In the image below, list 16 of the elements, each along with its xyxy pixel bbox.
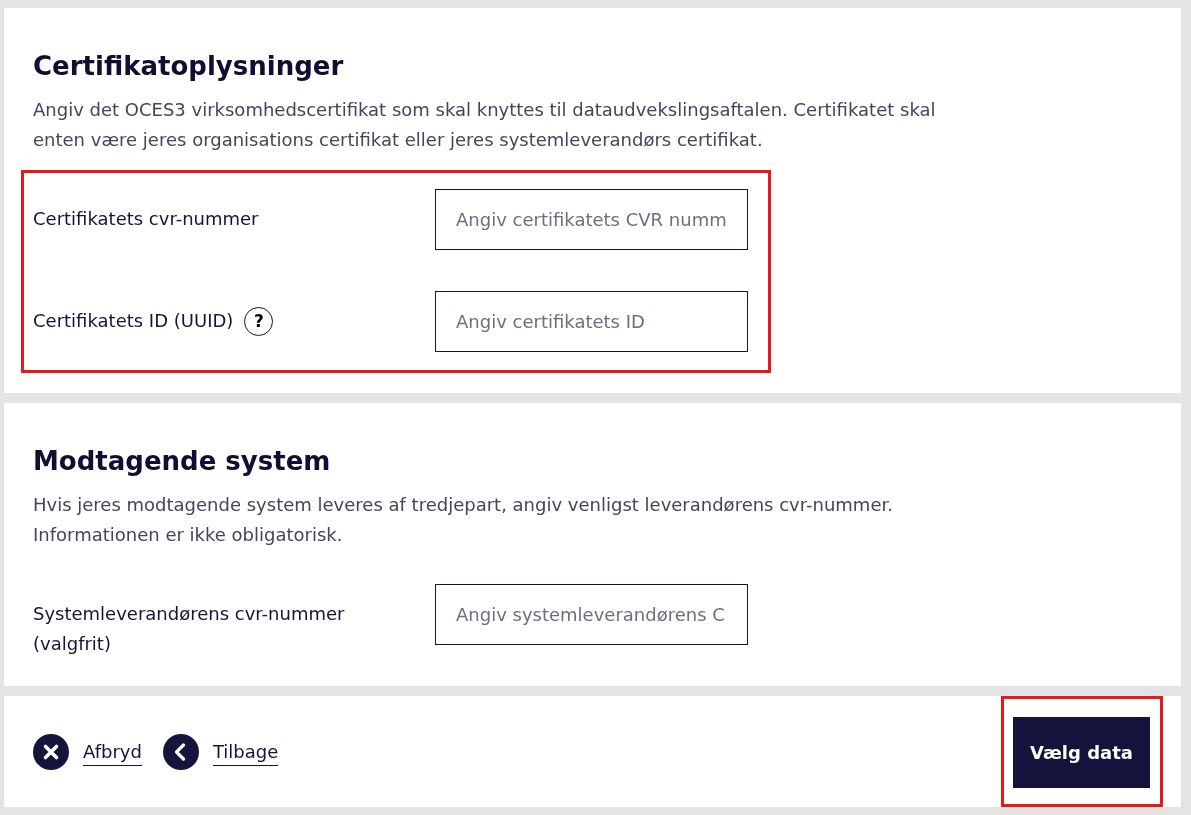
- input-field[interactable]: Angiv systemleverandørens C: [435, 584, 748, 645]
- input-field[interactable]: Angiv certifikatets CVR numm: [435, 189, 748, 250]
- section-description: Angiv det OCES3 virksomhedscertifikat som skal knyttes til dataudvekslingsaftalen. Certifikatet skal enten være jeres organisations certifikat eller jeres systemleverandørs certifikat.: [33, 98, 937, 152]
- back-link[interactable]: Tilbage: [162, 733, 279, 770]
- help-button[interactable]: ?: [244, 306, 274, 336]
- section-title: Modtagende system: [33, 445, 332, 478]
- close-icon: [33, 733, 69, 770]
- chevron-left-icon: [162, 733, 199, 770]
- input-field[interactable]: Angiv certifikatets ID: [435, 291, 748, 352]
- section-title: Certifikatoplysninger: [33, 50, 345, 83]
- primary-button[interactable]: Vælg data: [1013, 717, 1150, 788]
- section-description: Hvis jeres modtagende system leveres af tredjepart, angiv venligst leverandørens cvr-nummer. Informationen er ikke obligatorisk.: [33, 493, 894, 547]
- field-label: Certifikatets cvr-nummer: [33, 207, 259, 231]
- cancel-link[interactable]: Afbryd: [33, 733, 142, 770]
- field-label: Certifikatets ID (UUID): [33, 309, 234, 333]
- field-label: Systemleverandørens cvr-nummer (valgfrit): [33, 602, 346, 656]
